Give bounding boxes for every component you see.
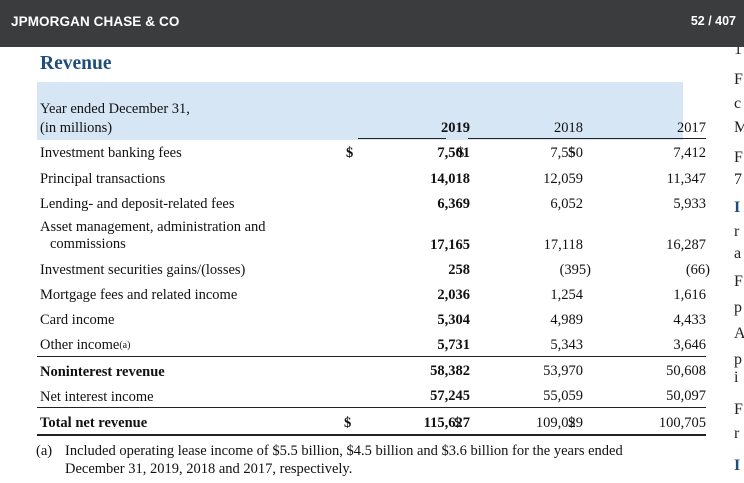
clipped-text: F [734, 401, 743, 418]
header-underline-2017 [582, 138, 706, 139]
table-header-units: (in millions) [40, 120, 113, 136]
clipped-text: a [734, 245, 742, 262]
footnote-text-cont: December 31, 2019, 2018 and 2017, respec… [65, 461, 353, 477]
row-label-asset-management: Asset management, administration and [40, 219, 266, 235]
header-underline-2019 [358, 138, 446, 139]
cell-2018: 55,059 [543, 388, 583, 404]
document-toolbar: JPMORGAN CHASE & CO 52 / 407 [0, 0, 744, 47]
clipped-text: p [734, 299, 742, 316]
cell-2019: 57,245 [430, 388, 470, 404]
cell-2018: (395) [559, 262, 591, 278]
cell-2017: 7,412 [673, 145, 706, 161]
clipped-text: 1 [734, 47, 742, 58]
cell-2017: 50,097 [666, 388, 706, 404]
cell-2019: 115,627 [423, 415, 470, 431]
dollar-sign: $ [344, 415, 352, 431]
clipped-text: 7 [734, 171, 742, 188]
cell-2017: 4,433 [673, 312, 706, 328]
dollar-sign: $ [568, 145, 576, 161]
adjacent-column-clipped: 1 F c M F 7 I r a F p A p i F r I [733, 47, 744, 483]
row-label-noninterest-revenue: Noninterest revenue [40, 364, 165, 380]
row-label-asset-management-cont: commissions [50, 236, 126, 252]
clipped-text: I [734, 457, 741, 474]
cell-2017: 16,287 [666, 237, 706, 253]
clipped-text: r [734, 425, 740, 442]
cell-2018: 6,052 [550, 196, 583, 212]
cell-2019: 7,501 [437, 145, 470, 161]
double-total-rule [37, 434, 706, 436]
clipped-text: i [734, 369, 739, 386]
cell-2017: 5,933 [673, 196, 706, 212]
cell-2019: 6,369 [437, 196, 470, 212]
clipped-text: c [734, 95, 742, 112]
row-label-mortgage-fees: Mortgage fees and related income [40, 287, 238, 303]
cell-2017: 3,646 [673, 337, 706, 353]
cell-2018: 1,254 [550, 287, 583, 303]
document-title: JPMORGAN CHASE & CO [11, 14, 180, 29]
cell-2019: 5,304 [437, 312, 470, 328]
cell-2018: 17,118 [543, 237, 583, 253]
cell-2018: 53,970 [543, 363, 583, 379]
section-title: Revenue [40, 53, 112, 74]
cell-2019: 14,018 [430, 171, 470, 187]
clipped-text: p [734, 351, 742, 368]
cell-2018: 7,550 [550, 145, 583, 161]
row-label-lending-deposit-fees: Lending- and deposit-related fees [40, 196, 235, 212]
cell-2019: 2,036 [437, 287, 470, 303]
clipped-text: F [734, 273, 743, 290]
table-header-caption: Year ended December 31, [40, 101, 190, 117]
clipped-text: I [734, 199, 741, 216]
cell-2018: 12,059 [543, 171, 583, 187]
clipped-text: M [734, 119, 744, 136]
column-header-2017: 2017 [677, 120, 706, 136]
dollar-sign: $ [568, 415, 576, 431]
footnote-ref: (a) [119, 340, 131, 351]
footnote-marker: (a) [36, 443, 53, 459]
cell-2019: 58,382 [430, 363, 470, 379]
dollar-sign: $ [346, 145, 354, 161]
header-underline-2018 [468, 138, 586, 139]
cell-2018: 4,989 [550, 312, 583, 328]
row-label-total-net-revenue: Total net revenue [40, 415, 148, 431]
cell-2017: (66) [685, 262, 710, 278]
row-label-other-income: Other income(a) [40, 338, 130, 353]
cell-2017: 50,608 [666, 363, 706, 379]
page-counter: 52 / 407 [690, 14, 736, 28]
cell-2019: 5,731 [437, 337, 470, 353]
dollar-sign: $ [454, 415, 462, 431]
clipped-text: A [734, 325, 744, 342]
cell-2018: 109,029 [535, 415, 583, 431]
clipped-text: F [734, 71, 743, 88]
column-header-2019: 2019 [441, 120, 470, 136]
dollar-sign: $ [457, 145, 465, 161]
cell-2017: 11,347 [666, 171, 706, 187]
cell-2019: 17,165 [430, 237, 470, 253]
total-rule [37, 407, 706, 408]
row-label-card-income: Card income [40, 312, 115, 328]
footnote-text: Included operating lease income of $5.5 … [65, 443, 623, 459]
cell-2017: 100,705 [658, 415, 706, 431]
clipped-text: r [734, 223, 740, 240]
subtotal-rule [37, 356, 706, 357]
cell-2019: 258 [448, 262, 470, 278]
column-header-2018: 2018 [554, 120, 583, 136]
row-label-investment-securities: Investment securities gains/(losses) [40, 262, 246, 278]
cell-2017: 1,616 [673, 287, 706, 303]
row-label-principal-transactions: Principal transactions [40, 171, 166, 187]
row-label-net-interest-income: Net interest income [40, 389, 154, 405]
row-label-text: Other income [40, 337, 120, 353]
row-label-investment-banking-fees: Investment banking fees [40, 145, 182, 161]
document-page: Revenue Year ended December 31, (in mill… [30, 47, 710, 483]
clipped-text: F [734, 149, 743, 166]
cell-2018: 5,343 [550, 337, 583, 353]
